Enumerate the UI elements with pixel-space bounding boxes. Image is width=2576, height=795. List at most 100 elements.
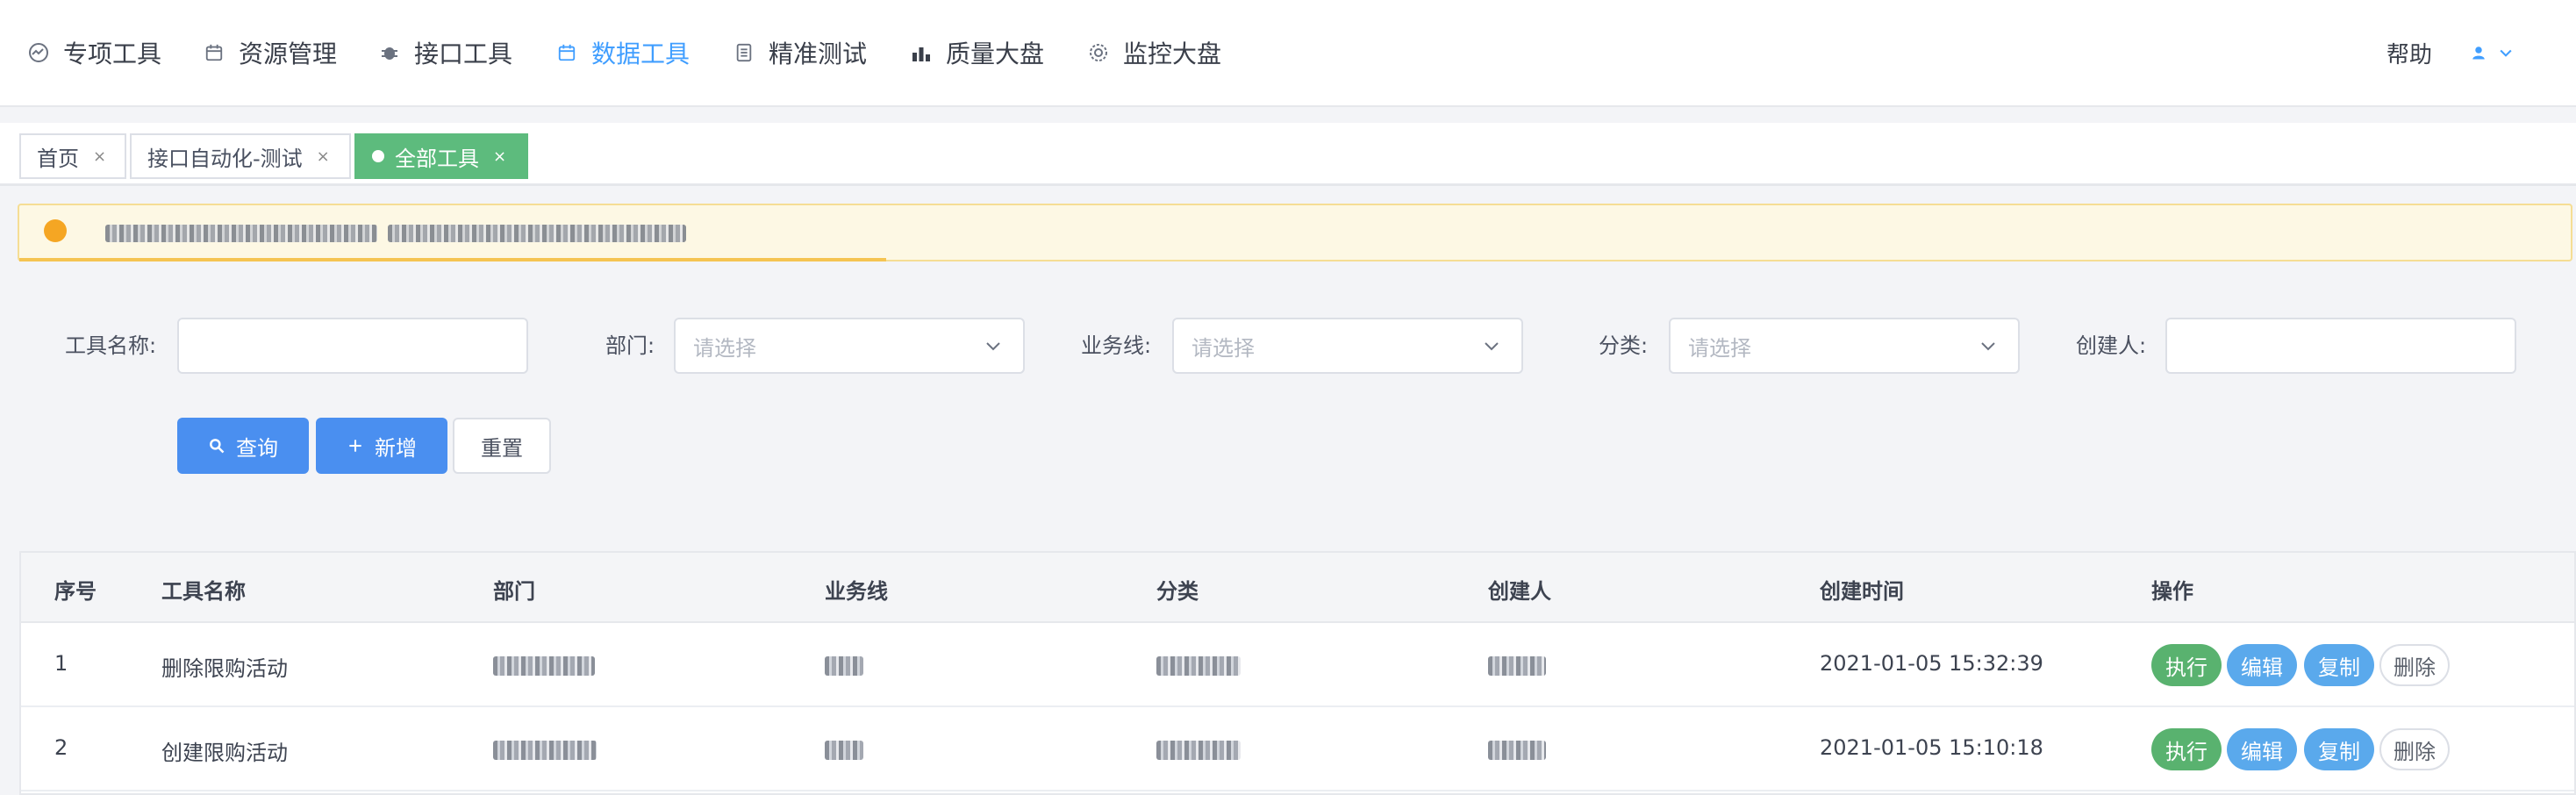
document-icon (732, 40, 756, 65)
category-placeholder: 请选择 (1688, 335, 1751, 361)
column-header: 创建时间 (1820, 579, 1904, 604)
help-label: 帮助 (2386, 41, 2433, 68)
query-button[interactable]: 查询 (177, 418, 309, 474)
query-label: 查询 (236, 435, 278, 461)
row-tool-name: 删除限购活动 (161, 656, 288, 681)
row-business-line-redacted (825, 656, 863, 676)
business-line-label: 业务线: (1081, 333, 1152, 358)
tab-label: 首页 (37, 146, 79, 171)
tab-label: 接口自动化-测试 (147, 146, 303, 171)
chevron-down-icon (1485, 342, 1499, 351)
nav-item-api-tools[interactable]: 接口工具 (377, 33, 512, 72)
business-line-placeholder: 请选择 (1191, 335, 1255, 361)
copy-button[interactable]: 复制 (2304, 728, 2374, 770)
delete-button[interactable]: 删除 (2379, 644, 2450, 686)
notice-text-redacted (388, 225, 686, 242)
column-header: 序号 (54, 579, 97, 604)
calendar-icon (202, 40, 226, 65)
creator-input[interactable] (2165, 318, 2516, 374)
nav-item-label: 监控大盘 (1123, 39, 1222, 68)
notice-icon (44, 219, 67, 242)
column-header: 创建人 (1488, 579, 1551, 604)
nav-item-label: 数据工具 (591, 39, 691, 68)
reset-button[interactable]: 重置 (453, 418, 551, 474)
nav-item-label: 精准测试 (769, 39, 868, 68)
tools-table: 序号 工具名称 部门 业务线 分类 创建人 创建时间 操作 1 删除限购活动 2… (19, 551, 2576, 795)
row-created-at: 2021-01-05 15:32:39 (1820, 651, 2043, 676)
run-button[interactable]: 执行 (2151, 728, 2222, 770)
table-row: 2 创建限购活动 2021-01-05 15:10:18 执行 编辑 复制 删除 (21, 707, 2574, 791)
category-label: 分类: (1599, 333, 1649, 358)
plus-icon (347, 437, 364, 455)
nav-item-resource-management[interactable]: 资源管理 (202, 33, 337, 72)
help-link[interactable]: 帮助 (2386, 33, 2432, 72)
reset-label: 重置 (481, 435, 523, 461)
business-line-select[interactable]: 请选择 (1172, 318, 1523, 374)
row-tool-name: 创建限购活动 (161, 741, 288, 765)
calendar-icon (555, 40, 579, 65)
bar-chart-icon (909, 40, 934, 65)
tab-all-tools[interactable]: 全部工具 × (354, 133, 528, 179)
column-header: 业务线 (825, 579, 888, 604)
chevron-down-icon (2497, 44, 2515, 61)
close-icon[interactable]: × (493, 147, 506, 166)
gear-icon (1086, 40, 1111, 65)
add-button[interactable]: 新增 (316, 418, 447, 474)
notice-progress-bar (19, 258, 886, 261)
nav-item-label: 质量大盘 (946, 39, 1045, 68)
add-label: 新增 (375, 435, 417, 461)
copy-button[interactable]: 复制 (2304, 644, 2374, 686)
tabs-bar: 首页 × 接口自动化-测试 × 全部工具 × (0, 123, 2576, 186)
close-icon[interactable]: × (317, 147, 330, 166)
tab-home[interactable]: 首页 × (19, 133, 126, 179)
tab-label: 全部工具 (395, 146, 479, 171)
row-created-at: 2021-01-05 15:10:18 (1820, 735, 2043, 760)
nav-item-special-tools[interactable]: 专项工具 (26, 33, 161, 72)
row-index: 1 (54, 651, 68, 676)
nav-item-quality-dashboard[interactable]: 质量大盘 (909, 33, 1044, 72)
column-header: 工具名称 (161, 579, 246, 604)
row-creator-redacted (1488, 741, 1546, 760)
category-select[interactable]: 请选择 (1669, 318, 2020, 374)
tool-name-label: 工具名称: (65, 333, 157, 358)
tab-api-automation[interactable]: 接口自动化-测试 × (130, 133, 351, 179)
delete-button[interactable]: 删除 (2379, 728, 2450, 770)
chevron-down-icon (1981, 342, 1995, 351)
column-header: 部门 (493, 579, 535, 604)
user-icon (2471, 45, 2487, 61)
row-department-redacted (493, 741, 597, 760)
nav-item-monitor-dashboard[interactable]: 监控大盘 (1086, 33, 1221, 72)
nav-item-precision-testing[interactable]: 精准测试 (732, 33, 867, 72)
nav-item-label: 资源管理 (239, 39, 338, 68)
row-index: 2 (54, 735, 68, 760)
notice-text-redacted (105, 225, 377, 242)
edit-button[interactable]: 编辑 (2227, 728, 2297, 770)
active-dot-icon (372, 150, 384, 162)
column-header: 操作 (2151, 579, 2193, 604)
department-label: 部门: (605, 333, 655, 358)
top-nav: 专项工具 资源管理 接口工具 数据工具 精准测试 质量大盘 监控大盘 帮助 (0, 0, 2576, 107)
user-menu[interactable] (2471, 33, 2515, 72)
nav-item-label: 专项工具 (63, 39, 162, 68)
table-row: 1 删除限购活动 2021-01-05 15:32:39 执行 编辑 复制 删除 (21, 623, 2574, 707)
department-placeholder: 请选择 (693, 335, 756, 361)
creator-label: 创建人: (2076, 333, 2147, 358)
row-department-redacted (493, 656, 595, 676)
nav-item-data-tools[interactable]: 数据工具 (555, 33, 690, 72)
chevron-down-icon (986, 342, 1000, 351)
close-icon[interactable]: × (93, 147, 106, 166)
table-header: 序号 工具名称 部门 业务线 分类 创建人 创建时间 操作 (21, 553, 2574, 623)
edit-button[interactable]: 编辑 (2227, 644, 2297, 686)
tool-name-input[interactable] (177, 318, 528, 374)
run-button[interactable]: 执行 (2151, 644, 2222, 686)
notice-banner (18, 204, 2572, 261)
nav-item-label: 接口工具 (414, 39, 513, 68)
bug-icon (377, 40, 402, 65)
row-creator-redacted (1488, 656, 1546, 676)
search-icon (208, 437, 225, 455)
row-category-redacted (1156, 656, 1241, 676)
department-select[interactable]: 请选择 (674, 318, 1025, 374)
row-category-redacted (1156, 741, 1241, 760)
column-header: 分类 (1156, 579, 1199, 604)
gauge-icon (26, 40, 51, 65)
